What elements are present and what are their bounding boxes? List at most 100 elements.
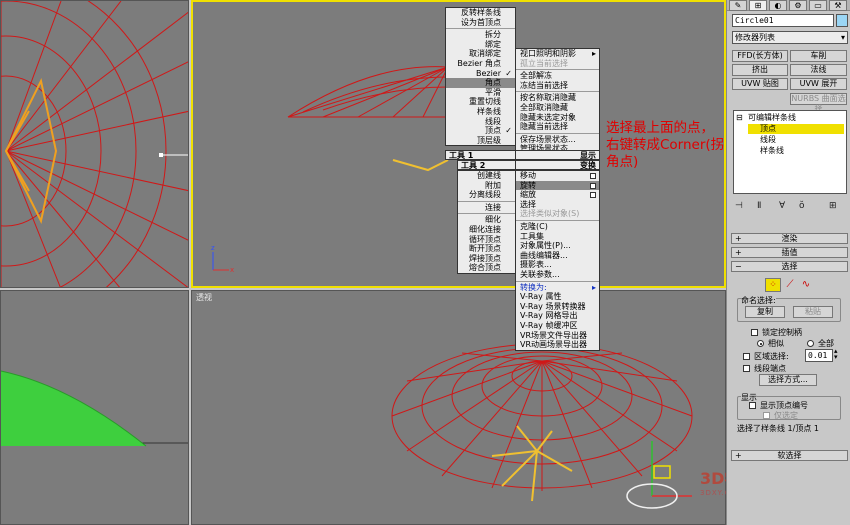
segment-end-checkbox[interactable] [743, 365, 750, 372]
menu-item-corner[interactable]: 角点 [446, 78, 515, 88]
modifier-uvw-unwrap-button[interactable]: UVW 展开 [790, 78, 847, 90]
menu-item-detach-segment[interactable]: 分离线段 [458, 190, 515, 200]
modifier-list-dropdown[interactable]: 修改器列表 ▾ [732, 31, 848, 44]
menu-item-isolate[interactable]: 孤立当前选择 [516, 59, 599, 69]
menu-item-save-scene-state[interactable]: 保存场景状态... [516, 135, 599, 145]
menu-item-unfreeze-all[interactable]: 全部解冻 [516, 71, 599, 81]
menu-item-connect[interactable]: 连接 [458, 203, 515, 213]
lock-handles-checkbox[interactable] [751, 329, 758, 336]
rollout-interpolation[interactable]: + 插值 [731, 247, 848, 258]
tab-create[interactable]: ✎ [729, 0, 747, 11]
menu-item-spline[interactable]: 样条线 [446, 107, 515, 117]
menu-item-hide-unselected[interactable]: 隐藏未选定对象 [516, 113, 599, 123]
menu-item-vray-scene-converter[interactable]: V-Ray 场景转换器 [516, 302, 599, 312]
stack-item-spline[interactable]: 样条线 [760, 146, 784, 156]
remove-modifier-icon[interactable]: ŏ [799, 201, 805, 211]
menu-item-curve-editor[interactable]: 曲线编辑器... [516, 251, 599, 261]
stack-item-segment[interactable]: 线段 [760, 135, 776, 145]
menu-item-bind[interactable]: 绑定 [446, 40, 515, 50]
settings-box-icon[interactable] [590, 182, 596, 189]
menu-item-freeze-selection[interactable]: 冻结当前选择 [516, 81, 599, 91]
menu-item-select-similar[interactable]: 选择类似对象(S) [516, 209, 599, 219]
menu-item-hide-selection[interactable]: 隐藏当前选择 [516, 122, 599, 132]
menu-item-wire-parameters[interactable]: 关联参数... [516, 270, 599, 280]
pin-stack-icon[interactable]: ⊣ [735, 201, 743, 211]
all-radio[interactable] [807, 340, 814, 347]
menu-item-vr-scene-exporter[interactable]: VR场景文件导出器 [516, 331, 599, 341]
menu-item-unbind[interactable]: 取消绑定 [446, 49, 515, 59]
menu-item-viewport-lighting[interactable]: 视口照明和阴影 ▸ [516, 49, 599, 59]
tab-hierarchy[interactable]: ◐ [769, 0, 787, 11]
make-unique-icon[interactable]: ∀ [779, 201, 785, 211]
menu-item-vr-anim-exporter[interactable]: VR动画场景导出器 [516, 340, 599, 350]
menu-item-refine-connect[interactable]: 细化连接 [458, 225, 515, 235]
configure-sets-icon[interactable]: ⊞ [829, 201, 837, 211]
subobject-spline-icon[interactable]: ∿ [799, 278, 813, 292]
select-by-button[interactable]: 选择方式... [759, 374, 817, 386]
menu-item-scale[interactable]: 缩放 [516, 190, 599, 200]
menu-item-object-properties[interactable]: 对象属性(P)... [516, 241, 599, 251]
modifier-ffd-box-button[interactable]: FFD(长方体) [732, 50, 788, 62]
menu-item-create-line[interactable]: 创建线 [458, 171, 515, 181]
menu-item-vray-properties[interactable]: V-Ray 属性 [516, 292, 599, 302]
rollout-selection[interactable]: − 选择 [731, 261, 848, 272]
menu-item-unhide-all[interactable]: 全部取消隐藏 [516, 103, 599, 113]
menu-item-toolset[interactable]: 工具集 [516, 232, 599, 242]
area-selection-spinner[interactable]: 0.01 [805, 349, 833, 362]
menu-item-unhide-by-name[interactable]: 按名称取消隐藏 [516, 93, 599, 103]
settings-box-icon[interactable] [590, 173, 596, 179]
menu-item-vray-framebuffer[interactable]: V-Ray 帧缓冲区 [516, 321, 599, 331]
menu-item-vertex[interactable]: 顶点 ✓ [446, 126, 515, 136]
modifier-extrude-button[interactable]: 挤出 [732, 64, 788, 76]
menu-item-attach[interactable]: 附加 [458, 181, 515, 191]
modifier-normal-button[interactable]: 法线 [790, 64, 847, 76]
menu-item-segment[interactable]: 线段 [446, 117, 515, 127]
tab-motion[interactable]: ⚙ [789, 0, 807, 11]
modifier-lathe-button[interactable]: 车削 [790, 50, 847, 62]
show-end-result-icon[interactable]: Ⅱ [757, 201, 761, 211]
paste-button[interactable]: 粘贴 [793, 306, 833, 318]
menu-item-divide[interactable]: 拆分 [446, 30, 515, 40]
stack-expand-icon[interactable]: ⊟ [736, 113, 743, 123]
menu-item-clone[interactable]: 克隆(C) [516, 222, 599, 232]
menu-item-make-first[interactable]: 设为首顶点 [446, 18, 515, 28]
show-vertex-numbers-checkbox[interactable] [749, 402, 756, 409]
menu-item-weld-vertices[interactable]: 焊接顶点 [458, 254, 515, 264]
copy-button[interactable]: 复制 [745, 306, 785, 318]
settings-box-icon[interactable] [590, 192, 596, 199]
spinner-arrows-icon[interactable]: ▴ ▾ [834, 348, 838, 361]
menu-item-refine[interactable]: 细化 [458, 215, 515, 225]
subobject-vertex-icon[interactable]: ⁘ [765, 278, 781, 292]
menu-item-top-level[interactable]: 顶层级 [446, 136, 515, 146]
modifier-nurbs-surface-select-button[interactable]: NURBS 曲面选择 [790, 93, 847, 113]
tab-display[interactable]: ▭ [809, 0, 827, 11]
similar-radio[interactable] [757, 340, 764, 347]
rollout-rendering[interactable]: + 渲染 [731, 233, 848, 244]
viewport-perspective[interactable]: 透视 [191, 290, 726, 525]
menu-item-move[interactable]: 移动 [516, 171, 599, 181]
modifier-stack[interactable]: ⊟ 可编辑样条线 顶点 线段 样条线 [733, 110, 847, 194]
menu-item-break-vertices[interactable]: 断开顶点 [458, 244, 515, 254]
object-color-swatch[interactable] [836, 14, 848, 27]
menu-item-bezier[interactable]: Bezier ✓ [446, 69, 515, 79]
menu-item-vray-mesh-export[interactable]: V-Ray 网格导出 [516, 311, 599, 321]
menu-item-reset-tangents[interactable]: 重置切线 [446, 97, 515, 107]
menu-item-dope-sheet[interactable]: 摄影表... [516, 260, 599, 270]
menu-item-fuse-vertices[interactable]: 熔合顶点 [458, 263, 515, 273]
tab-utilities[interactable]: ⚒ [829, 0, 847, 11]
viewport-top-left[interactable] [0, 0, 189, 288]
menu-item-reverse-spline[interactable]: 反转样条线 [446, 8, 515, 18]
menu-item-select[interactable]: 选择 [516, 200, 599, 210]
viewport-bottom-left[interactable] [0, 290, 189, 525]
rollout-soft-selection[interactable]: + 软选择 [731, 450, 848, 461]
menu-item-bezier-corner[interactable]: Bezier 角点 [446, 59, 515, 69]
stack-item-editable-spline[interactable]: 可编辑样条线 [748, 113, 796, 123]
menu-item-rotate[interactable]: 旋转 [516, 180, 599, 191]
area-selection-checkbox[interactable] [743, 353, 750, 360]
subobject-segment-icon[interactable]: ⟋ [783, 278, 797, 292]
selected-only-checkbox[interactable] [763, 412, 770, 419]
menu-item-convert-to[interactable]: 转换为: ▸ [516, 283, 599, 293]
tab-modify[interactable]: ⊞ [749, 0, 767, 11]
menu-item-smooth[interactable]: 平滑 [446, 88, 515, 98]
menu-item-cycle-vertices[interactable]: 循环顶点 [458, 235, 515, 245]
